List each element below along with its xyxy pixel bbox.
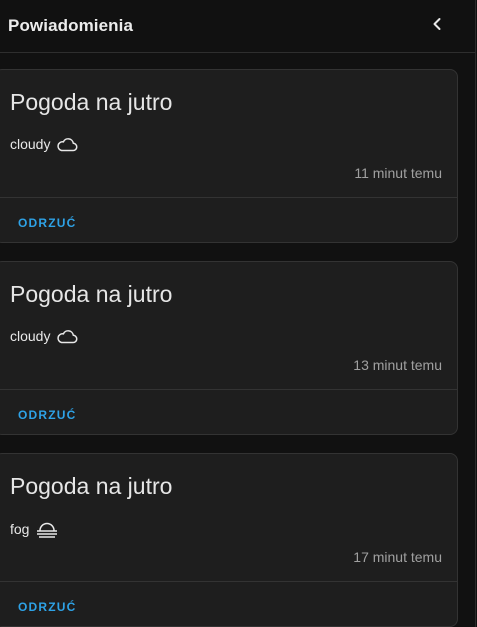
- dismiss-button[interactable]: ODRZUĆ: [18, 600, 77, 614]
- dismiss-button[interactable]: ODRZUĆ: [18, 216, 77, 230]
- fog-icon: [35, 520, 59, 538]
- notification-drawer: Powiadomienia Pogoda na jutro cloudy 11 …: [0, 0, 476, 627]
- notification-timestamp: 17 minut temu: [353, 549, 442, 565]
- notification-card: Pogoda na jutro fog 17 minut temu ODRZUĆ: [0, 453, 458, 627]
- notification-message-text: cloudy: [10, 136, 51, 152]
- drawer-title: Powiadomienia: [8, 16, 134, 35]
- notification-message-text: cloudy: [10, 328, 51, 344]
- card-divider: [0, 581, 457, 582]
- notification-message: fog: [10, 520, 59, 538]
- notification-title: Pogoda na jutro: [10, 89, 173, 115]
- close-drawer-button[interactable]: [421, 10, 453, 42]
- notification-title: Pogoda na jutro: [10, 281, 173, 307]
- notification-timestamp: 11 minut temu: [354, 165, 442, 181]
- notification-message: cloudy: [10, 136, 78, 152]
- chevron-left-icon: [430, 17, 444, 36]
- cloud-icon: [56, 136, 78, 152]
- notification-card: Pogoda na jutro cloudy 11 minut temu ODR…: [0, 69, 458, 243]
- notification-message: cloudy: [10, 328, 78, 344]
- card-divider: [0, 389, 457, 390]
- notification-card: Pogoda na jutro cloudy 13 minut temu ODR…: [0, 261, 458, 435]
- notification-message-text: fog: [10, 521, 30, 537]
- card-divider: [0, 197, 457, 198]
- dismiss-button[interactable]: ODRZUĆ: [18, 408, 77, 422]
- drawer-header: Powiadomienia: [0, 0, 475, 53]
- notification-timestamp: 13 minut temu: [353, 357, 442, 373]
- notification-title: Pogoda na jutro: [10, 473, 173, 499]
- cloud-icon: [56, 328, 78, 344]
